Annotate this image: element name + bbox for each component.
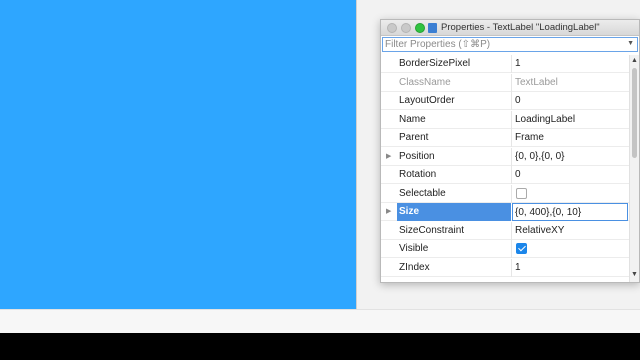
property-name: BorderSizePixel <box>399 58 471 69</box>
property-name: Visible <box>399 243 429 254</box>
property-name: Position <box>399 150 435 162</box>
property-row-bordersizepixel[interactable]: BorderSizePixel 1 <box>381 55 629 73</box>
property-row-layoutorder[interactable]: LayoutOrder 0 <box>381 92 629 110</box>
properties-window: Properties - TextLabel "LoadingLabel" ▼ … <box>380 19 640 283</box>
property-value[interactable]: 1 <box>515 262 521 273</box>
filter-properties-field[interactable]: ▼ <box>382 37 638 52</box>
viewport-divider <box>356 0 357 309</box>
filter-properties-input[interactable] <box>385 38 625 51</box>
column-divider <box>511 258 512 277</box>
expand-arrow-icon[interactable]: ▶ <box>386 207 391 215</box>
property-name: Size <box>399 206 420 217</box>
filter-dropdown-icon[interactable]: ▼ <box>627 40 634 47</box>
property-row-rotation[interactable]: Rotation 0 <box>381 166 629 184</box>
column-divider <box>511 184 512 203</box>
maximize-button[interactable] <box>415 23 425 33</box>
visible-checkbox[interactable] <box>516 243 527 254</box>
column-divider <box>511 55 512 73</box>
property-row-classname[interactable]: ClassName TextLabel <box>381 73 629 92</box>
properties-icon <box>428 23 437 33</box>
column-divider <box>511 240 512 258</box>
property-row-sizeconstraint[interactable]: SizeConstraint RelativeXY <box>381 221 629 240</box>
column-divider <box>511 166 512 184</box>
property-value[interactable]: {0, 0},{0, 0} <box>515 151 565 162</box>
property-name: ClassName <box>399 76 451 88</box>
property-value: TextLabel <box>515 76 558 88</box>
property-value[interactable]: LoadingLabel <box>515 114 575 125</box>
game-viewport[interactable] <box>0 0 356 309</box>
property-row-selectable[interactable]: Selectable <box>381 184 629 203</box>
property-row-zindex[interactable]: ZIndex 1 <box>381 258 629 277</box>
property-name: Selectable <box>399 187 446 199</box>
property-name: SizeConstraint <box>399 224 465 236</box>
column-divider <box>511 129 512 147</box>
property-row-position[interactable]: ▶ Position {0, 0},{0, 0} <box>381 147 629 166</box>
bottom-strip <box>0 309 640 333</box>
selectable-checkbox[interactable] <box>516 187 527 199</box>
column-divider <box>511 92 512 110</box>
property-value[interactable]: 0 <box>515 169 521 180</box>
properties-scrollbar[interactable]: ▲ ▼ <box>629 55 639 282</box>
scroll-thumb[interactable] <box>632 68 637 158</box>
property-name: Rotation <box>399 169 437 180</box>
property-name: ZIndex <box>399 261 430 273</box>
size-edit-box[interactable] <box>512 203 628 221</box>
window-titlebar[interactable]: Properties - TextLabel "LoadingLabel" <box>381 20 639 36</box>
property-name: Name <box>399 113 426 125</box>
property-value[interactable]: Frame <box>515 132 544 143</box>
column-divider <box>511 73 512 92</box>
column-divider <box>511 147 512 166</box>
column-divider <box>511 221 512 240</box>
property-row-name[interactable]: Name LoadingLabel <box>381 110 629 129</box>
minimize-button[interactable] <box>401 23 411 33</box>
scroll-up-icon[interactable]: ▲ <box>631 57 638 64</box>
property-row-parent[interactable]: Parent Frame <box>381 129 629 147</box>
size-value-input[interactable] <box>515 206 623 219</box>
property-value[interactable]: 1 <box>515 58 521 69</box>
property-row-visible[interactable]: Visible <box>381 240 629 258</box>
scroll-down-icon[interactable]: ▼ <box>631 271 638 278</box>
bottom-letterbox <box>0 333 640 360</box>
property-value[interactable]: RelativeXY <box>515 225 564 236</box>
property-value[interactable]: 0 <box>515 95 521 106</box>
property-name: Parent <box>399 132 429 143</box>
column-divider <box>511 110 512 129</box>
property-name: LayoutOrder <box>399 95 455 106</box>
close-button[interactable] <box>387 23 397 33</box>
property-row-size[interactable]: ▶ Size <box>381 203 629 221</box>
expand-arrow-icon[interactable]: ▶ <box>386 152 391 160</box>
window-title: Properties - TextLabel "LoadingLabel" <box>441 22 600 33</box>
